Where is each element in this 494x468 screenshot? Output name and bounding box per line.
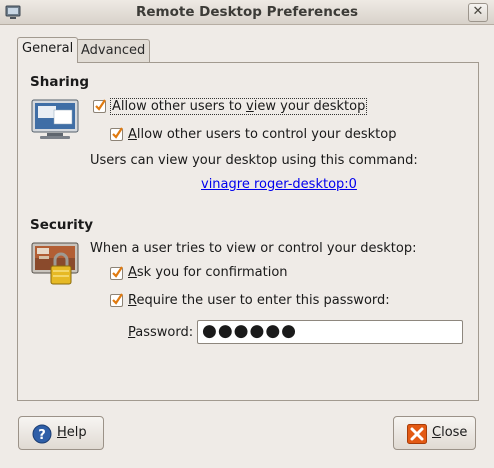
- security-intro-text: When a user tries to view or control you…: [90, 241, 417, 256]
- tab-general[interactable]: General: [17, 37, 79, 63]
- ask-confirmation-checkbox[interactable]: [110, 266, 123, 280]
- title-bar[interactable]: Remote Desktop Preferences ✕: [0, 0, 494, 25]
- require-password-label[interactable]: Require the user to enter this password:: [128, 293, 390, 308]
- help-icon: ?: [32, 424, 52, 448]
- close-button[interactable]: Close: [393, 416, 476, 450]
- ask-confirmation-label[interactable]: Ask you for confirmation: [128, 265, 288, 280]
- help-button-label: Help: [57, 425, 87, 440]
- allow-view-label[interactable]: Allow other users to view your desktop: [110, 98, 368, 115]
- command-intro-text: Users can view your desktop using this c…: [90, 153, 418, 168]
- window-close-icon[interactable]: ✕: [468, 3, 488, 22]
- allow-control-checkbox[interactable]: [110, 127, 123, 141]
- monitor-icon: [31, 99, 79, 145]
- close-icon: [407, 424, 427, 448]
- locked-screen-icon: [31, 242, 79, 292]
- password-label: Password:: [128, 325, 194, 340]
- password-field[interactable]: ●●●●●●: [197, 320, 463, 344]
- allow-control-label[interactable]: Allow other users to control your deskto…: [128, 127, 396, 142]
- window-title: Remote Desktop Preferences: [135, 4, 359, 20]
- allow-view-checkbox[interactable]: [93, 99, 106, 113]
- security-heading: Security: [30, 217, 94, 233]
- svg-text:?: ?: [38, 428, 46, 443]
- command-link[interactable]: vinagre roger-desktop:0: [201, 177, 357, 192]
- require-password-checkbox[interactable]: [110, 293, 123, 307]
- close-button-label: Close: [432, 425, 468, 440]
- help-button[interactable]: ? Help: [18, 416, 104, 450]
- sharing-heading: Sharing: [30, 74, 90, 90]
- tab-advanced[interactable]: Advanced: [76, 39, 151, 63]
